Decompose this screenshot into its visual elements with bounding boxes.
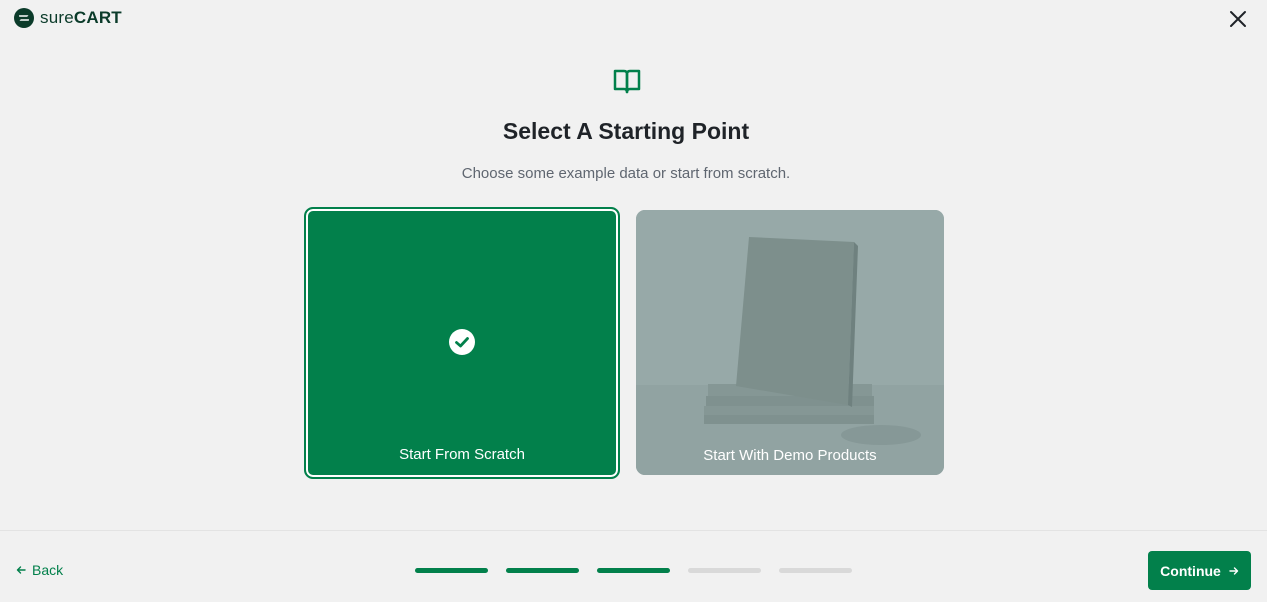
demo-book-image <box>636 210 944 475</box>
brand-name-part1: sure <box>40 8 74 27</box>
surecart-logo-icon <box>14 8 34 28</box>
progress-step <box>597 568 670 573</box>
progress-step <box>779 568 852 573</box>
option-start-with-demo-products[interactable]: Start With Demo Products <box>636 210 944 475</box>
page-subtitle: Choose some example data or start from s… <box>461 165 791 182</box>
progress-step <box>688 568 761 573</box>
continue-label: Continue <box>1160 562 1221 579</box>
footer-bar: Back Continue <box>0 530 1267 602</box>
step-progress <box>415 568 852 573</box>
brand-name: sureCART <box>40 8 122 28</box>
option-label: Start With Demo Products <box>703 447 877 464</box>
book-open-icon <box>613 69 641 94</box>
option-start-from-scratch[interactable]: Start From Scratch <box>304 207 620 479</box>
progress-step <box>415 568 488 573</box>
top-bar: sureCART <box>0 0 1267 40</box>
back-button[interactable]: Back <box>16 562 63 578</box>
check-circle-icon <box>449 329 475 355</box>
option-label: Start From Scratch <box>399 446 525 463</box>
close-icon[interactable] <box>1227 8 1249 30</box>
progress-step <box>506 568 579 573</box>
surecart-logo: sureCART <box>14 8 122 28</box>
arrow-left-icon <box>16 566 26 574</box>
continue-button[interactable]: Continue <box>1148 551 1251 590</box>
brand-name-part2: CART <box>73 8 122 27</box>
back-label: Back <box>32 562 64 578</box>
arrow-right-icon <box>1229 566 1239 575</box>
page-title: Select A Starting Point <box>502 118 750 144</box>
